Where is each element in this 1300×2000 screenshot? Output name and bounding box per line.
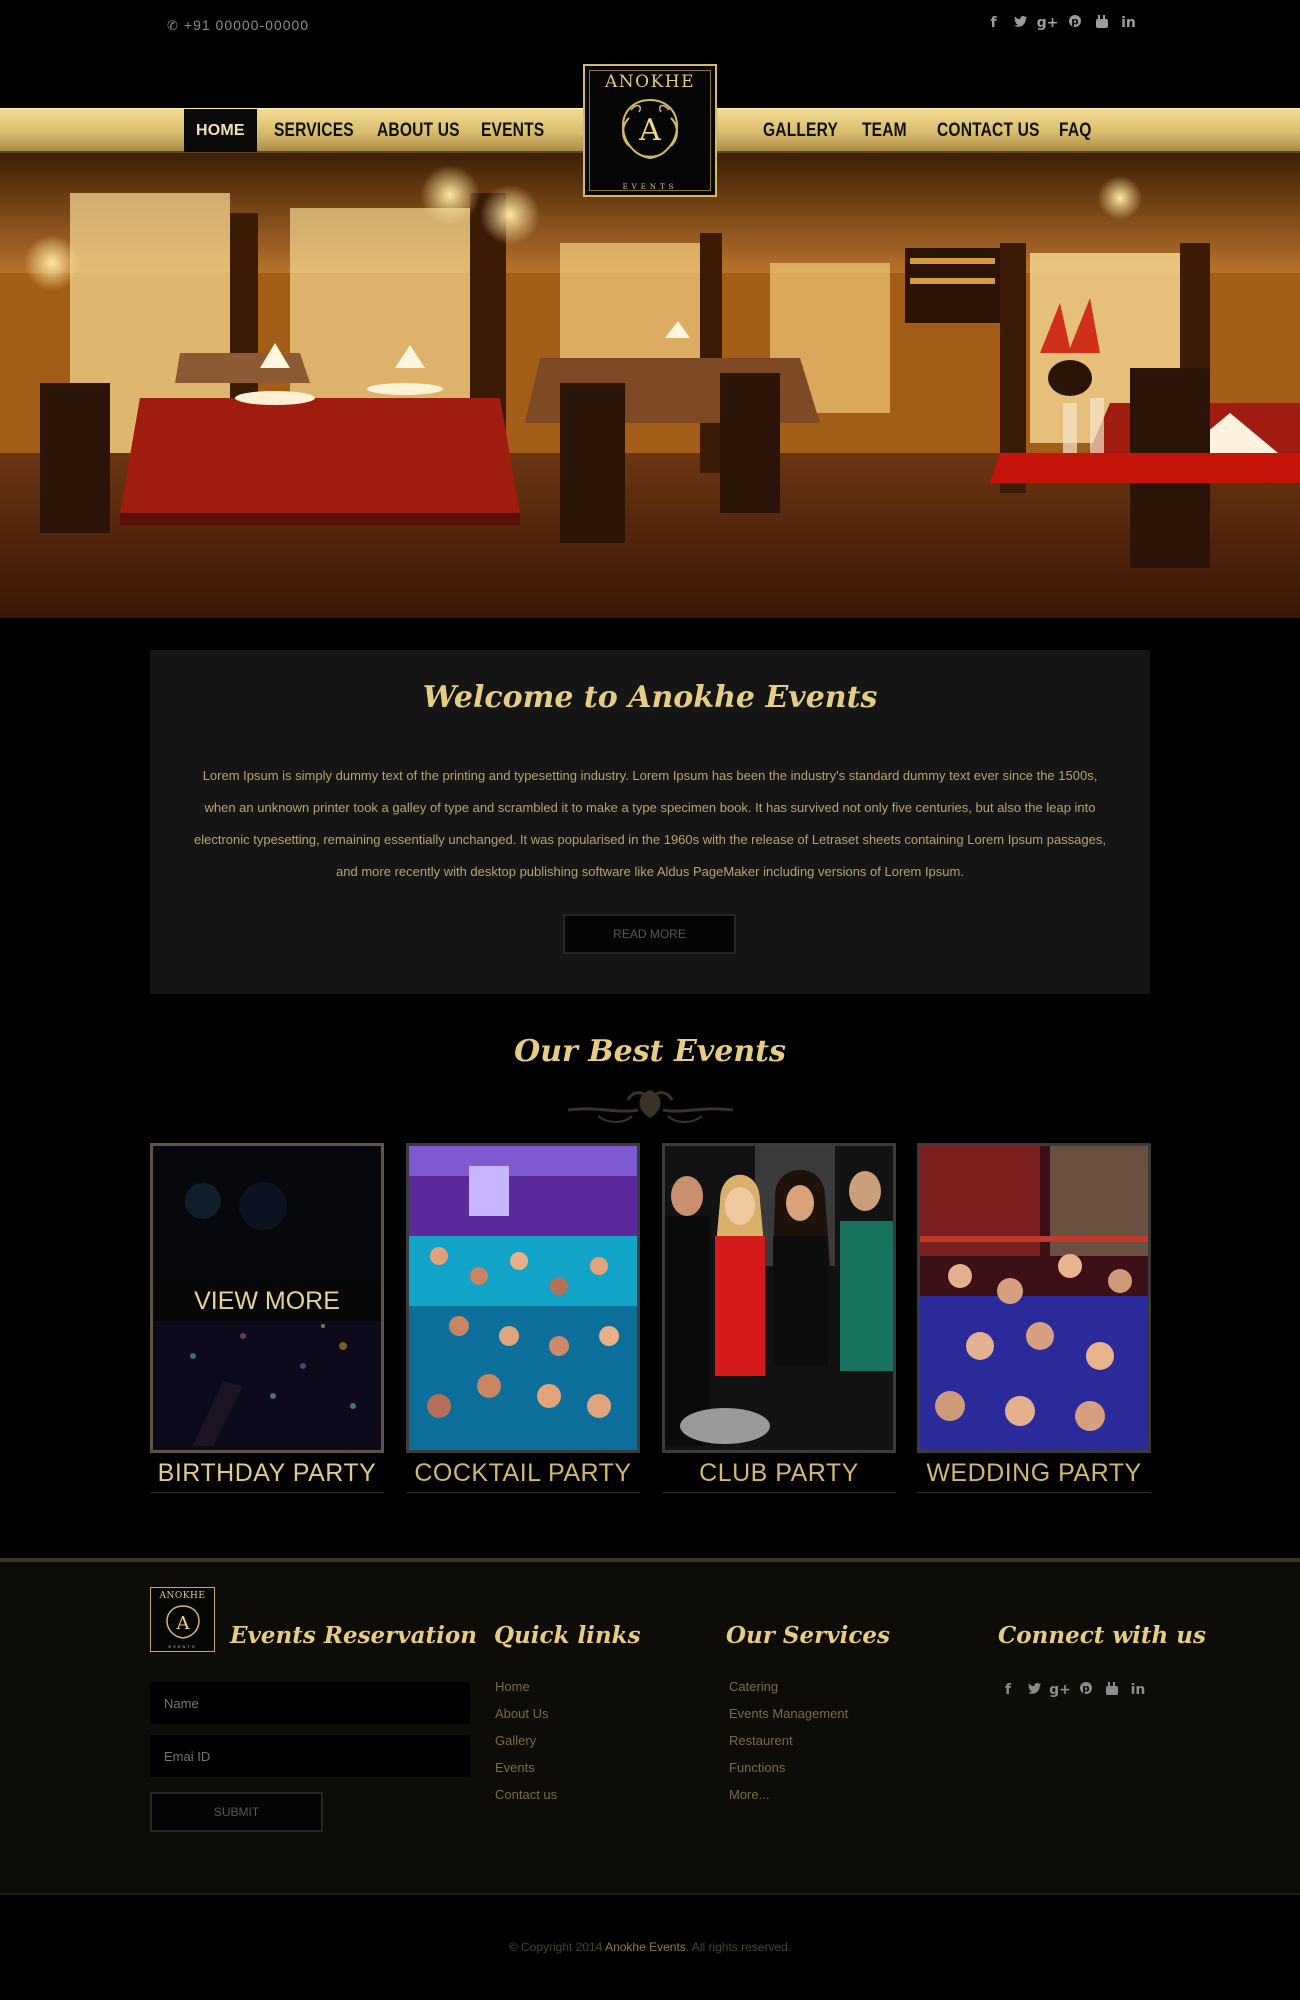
logo-crest-icon: A [621, 98, 679, 160]
nav-about-us[interactable]: ABOUT US [377, 109, 460, 152]
twitter-icon[interactable] [1007, 15, 1034, 32]
event-label-cocktail: COCKTAIL PARTY [406, 1453, 640, 1493]
facebook-icon[interactable]: f [980, 15, 1007, 32]
service-catering[interactable]: Catering [729, 1677, 848, 1704]
event-card-wedding[interactable]: WEDDING PARTY [917, 1143, 1151, 1493]
welcome-section: Welcome to Anokhe Events Lorem Ipsum is … [150, 650, 1150, 994]
services-list: Catering Events Management Restaurent Fu… [729, 1677, 848, 1812]
social-links-top: f g+ p in [980, 15, 1142, 32]
google-plus-icon[interactable]: g+ [1034, 15, 1061, 32]
service-restaurent[interactable]: Restaurent [729, 1731, 848, 1758]
welcome-title: Welcome to Anokhe Events [422, 680, 878, 715]
nav-team[interactable]: TEAM [862, 109, 907, 152]
our-services-title: Our Services [726, 1622, 890, 1649]
wedding-photo [920, 1146, 1148, 1450]
decorative-ornament-icon [567, 1090, 734, 1123]
copyright-prefix: © Copyright 2014 [508, 1940, 603, 1954]
quick-link-events[interactable]: Events [495, 1758, 557, 1785]
email-input[interactable] [150, 1735, 470, 1777]
event-label-wedding: WEDDING PARTY [917, 1453, 1151, 1493]
event-label-birthday: BIRTHDAY PARTY [150, 1453, 384, 1493]
svg-text:p: p [1082, 1684, 1089, 1695]
linkedin-icon[interactable]: in [1115, 15, 1142, 32]
event-card-club[interactable]: CLUB PARTY [662, 1143, 896, 1493]
quick-links-list: Home About Us Gallery Events Contact us [495, 1677, 557, 1812]
quick-links-title: Quick links [494, 1622, 641, 1649]
nav-gallery[interactable]: GALLERY [763, 109, 838, 152]
event-image-wedding [917, 1143, 1151, 1453]
event-card-cocktail[interactable]: COCKTAIL PARTY [406, 1143, 640, 1493]
pinterest-icon[interactable]: p [1061, 15, 1088, 32]
service-events-management[interactable]: Events Management [729, 1704, 848, 1731]
footer-logo-title: ANOKHE [159, 1591, 206, 1601]
read-more-button[interactable]: READ MORE [563, 914, 736, 954]
footer-logo-crest-icon: A [166, 1605, 200, 1639]
logo-subtitle: EVENTS [622, 183, 678, 191]
reservation-title: Events Reservation [230, 1622, 477, 1649]
hero-restaurant-image [0, 153, 1300, 618]
footer-logo-subtitle: EVENTS [168, 1644, 197, 1649]
quick-link-home[interactable]: Home [495, 1677, 557, 1704]
facebook-icon[interactable]: f [995, 1682, 1021, 1699]
phone-icon: ✆ [167, 18, 179, 33]
quick-link-contact-us[interactable]: Contact us [495, 1785, 557, 1812]
svg-text:p: p [1071, 17, 1078, 28]
event-image-club [662, 1143, 896, 1453]
name-input[interactable] [150, 1682, 470, 1724]
footer-logo[interactable]: ANOKHE A EVENTS [150, 1587, 215, 1652]
phone-contact[interactable]: ✆ +91 00000-00000 [167, 17, 309, 34]
youtube-icon[interactable] [1099, 1682, 1125, 1699]
copyright-text: © Copyright 2014 Anokhe Events. All righ… [0, 1940, 1300, 1954]
welcome-text: Lorem Ipsum is simply dummy text of the … [194, 768, 1106, 879]
connect-title: Connect with us [998, 1622, 1206, 1649]
best-events-title: Our Best Events [514, 1034, 786, 1069]
youtube-icon[interactable] [1088, 15, 1115, 32]
hero-illustration [0, 153, 1300, 618]
nav-services[interactable]: SERVICES [274, 109, 354, 152]
club-photo [665, 1146, 893, 1450]
copyright-suffix: . All rights reserved. [685, 1940, 792, 1954]
nav-home[interactable]: HOME [184, 109, 257, 152]
top-bar: ✆ +91 00000-00000 f g+ p in [0, 0, 1300, 52]
nav-events[interactable]: EVENTS [481, 109, 544, 152]
logo-title: ANOKHE [604, 72, 696, 92]
service-more[interactable]: More... [729, 1785, 848, 1812]
quick-link-gallery[interactable]: Gallery [495, 1731, 557, 1758]
copyright-bar: © Copyright 2014 Anokhe Events. All righ… [0, 1893, 1300, 2000]
service-functions[interactable]: Functions [729, 1758, 848, 1785]
social-links-footer: f g+ p in [995, 1682, 1151, 1699]
copyright-brand-link[interactable]: Anokhe Events [605, 1940, 686, 1954]
cocktail-photo [409, 1146, 637, 1450]
nav-faq[interactable]: FAQ [1059, 109, 1092, 152]
event-card-birthday[interactable]: VIEW MORE BIRTHDAY PARTY [150, 1143, 384, 1493]
svg-text:A: A [176, 1613, 191, 1634]
twitter-icon[interactable] [1021, 1682, 1047, 1699]
event-label-club: CLUB PARTY [662, 1453, 896, 1493]
event-image-cocktail [406, 1143, 640, 1453]
nav-contact-us[interactable]: CONTACT US [937, 109, 1040, 152]
view-more-button[interactable]: VIEW MORE [153, 1281, 381, 1321]
svg-text:A: A [638, 113, 661, 148]
quick-link-about-us[interactable]: About Us [495, 1704, 557, 1731]
pinterest-icon[interactable]: p [1073, 1682, 1099, 1699]
submit-button[interactable]: SUBMIT [150, 1792, 323, 1832]
event-image-birthday: VIEW MORE [150, 1143, 384, 1453]
site-logo[interactable]: ANOKHE A EVENTS [583, 64, 717, 197]
phone-number: +91 00000-00000 [183, 17, 310, 33]
google-plus-icon[interactable]: g+ [1047, 1682, 1073, 1699]
footer: ANOKHE A EVENTS Events Reservation SUBMI… [0, 1558, 1300, 1893]
linkedin-icon[interactable]: in [1125, 1682, 1151, 1699]
